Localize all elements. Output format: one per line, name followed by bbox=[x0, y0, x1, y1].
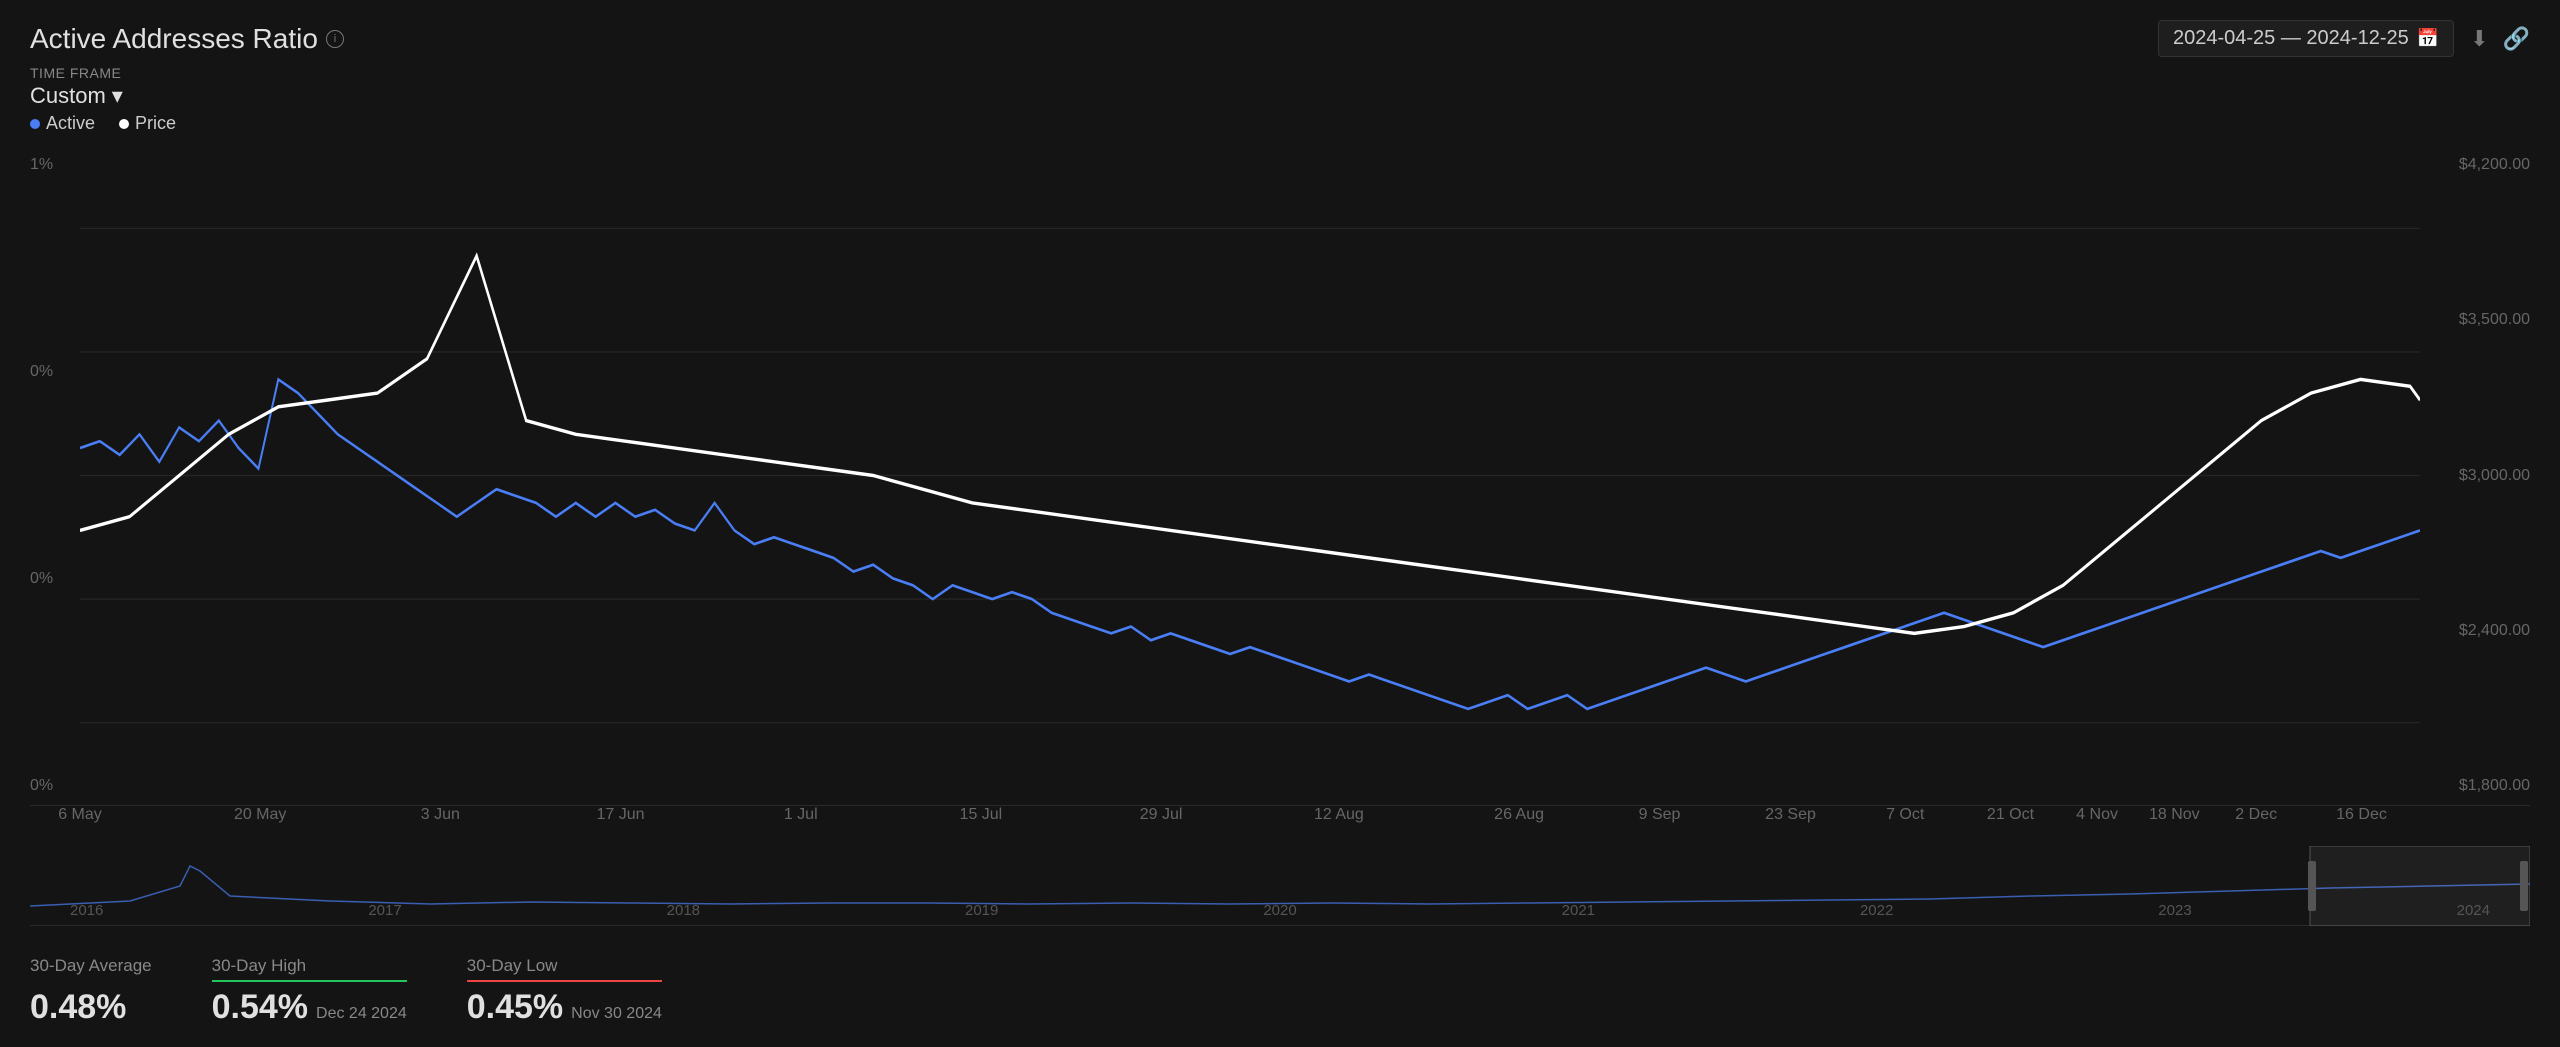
stat-avg-label: 30-Day Average bbox=[30, 956, 152, 976]
x-label-16: 16 Dec bbox=[2336, 806, 2387, 824]
info-icon[interactable]: i bbox=[326, 30, 344, 48]
y-axis-right: $4,200.00 $3,500.00 $3,000.00 $2,400.00 … bbox=[2430, 146, 2530, 805]
x-label-1: 20 May bbox=[234, 806, 286, 824]
nav-label-2017: 2017 bbox=[368, 902, 401, 919]
price-dot bbox=[119, 119, 129, 129]
stat-high-underline bbox=[212, 980, 407, 982]
timeframe-label: TIME FRAME bbox=[30, 65, 2530, 81]
stat-low-underline bbox=[467, 980, 662, 982]
nav-label-2024: 2024 bbox=[2457, 902, 2490, 919]
stat-high: 30-Day High 0.54% Dec 24 2024 bbox=[212, 956, 407, 1027]
navigator-labels-row: 2016 2017 2018 2019 2020 2021 2022 2023 … bbox=[30, 902, 2530, 919]
x-label-15: 2 Dec bbox=[2235, 806, 2277, 824]
x-label-7: 12 Aug bbox=[1314, 806, 1364, 824]
x-label-4: 1 Jul bbox=[784, 806, 818, 824]
stats-row: 30-Day Average 0.48% 30-Day High 0.54% D… bbox=[30, 946, 2530, 1027]
y-axis-left: 1% 0% 0% 0% bbox=[30, 146, 80, 805]
header-right: 2024-04-25 — 2024-12-25 📅 ⬇ 🔗 bbox=[2158, 20, 2530, 57]
legend-price: Price bbox=[119, 113, 176, 134]
chevron-down-icon: ▾ bbox=[112, 83, 123, 109]
nav-label-2019: 2019 bbox=[965, 902, 998, 919]
nav-label-2023: 2023 bbox=[2158, 902, 2191, 919]
chart-title: Active Addresses Ratio bbox=[30, 23, 318, 55]
download-icon[interactable]: ⬇ bbox=[2470, 26, 2488, 52]
share-icon[interactable]: 🔗 bbox=[2503, 26, 2530, 52]
header-icons: ⬇ 🔗 bbox=[2470, 26, 2530, 52]
stat-low-label: 30-Day Low bbox=[467, 956, 662, 976]
nav-label-2016: 2016 bbox=[70, 902, 103, 919]
x-label-12: 21 Oct bbox=[1987, 806, 2034, 824]
x-axis: 6 May 20 May 3 Jun 17 Jun 1 Jul 15 Jul 2… bbox=[80, 806, 2420, 846]
timeframe-select[interactable]: Custom ▾ bbox=[30, 83, 2530, 109]
stat-high-label: 30-Day High bbox=[212, 956, 407, 976]
stat-high-value: 0.54% Dec 24 2024 bbox=[212, 988, 407, 1027]
legend-active: Active bbox=[30, 113, 95, 134]
stat-avg-value: 0.48% bbox=[30, 988, 152, 1027]
stat-low-value: 0.45% Nov 30 2024 bbox=[467, 988, 662, 1027]
nav-label-2018: 2018 bbox=[667, 902, 700, 919]
legend-row: Active Price bbox=[30, 113, 2530, 134]
nav-label-2020: 2020 bbox=[1263, 902, 1296, 919]
nav-label-2022: 2022 bbox=[1860, 902, 1893, 919]
calendar-icon: 📅 bbox=[2417, 28, 2439, 49]
stat-low: 30-Day Low 0.45% Nov 30 2024 bbox=[467, 956, 662, 1027]
x-label-3: 17 Jun bbox=[597, 806, 645, 824]
x-label-8: 26 Aug bbox=[1494, 806, 1544, 824]
x-label-9: 9 Sep bbox=[1639, 806, 1681, 824]
chart-area: 1% 0% 0% 0% $4,200.00 $3,500.00 $3,000.0… bbox=[30, 146, 2530, 1027]
header: Active Addresses Ratio i 2024-04-25 — 20… bbox=[30, 20, 2530, 57]
title-row: Active Addresses Ratio i bbox=[30, 23, 344, 55]
main-chart-svg bbox=[80, 146, 2420, 805]
x-label-5: 15 Jul bbox=[960, 806, 1003, 824]
x-label-11: 7 Oct bbox=[1886, 806, 1924, 824]
stat-avg-underline bbox=[30, 980, 152, 982]
x-label-2: 3 Jun bbox=[421, 806, 460, 824]
x-label-14: 18 Nov bbox=[2149, 806, 2200, 824]
x-label-0: 6 May bbox=[58, 806, 102, 824]
stat-high-date: Dec 24 2024 bbox=[316, 1005, 407, 1023]
x-label-10: 23 Sep bbox=[1765, 806, 1816, 824]
main-chart: 1% 0% 0% 0% $4,200.00 $3,500.00 $3,000.0… bbox=[30, 146, 2530, 806]
timeframe-row: TIME FRAME Custom ▾ bbox=[30, 65, 2530, 109]
stat-low-date: Nov 30 2024 bbox=[571, 1005, 662, 1023]
stat-avg: 30-Day Average 0.48% bbox=[30, 956, 152, 1027]
navigator[interactable]: 2016 2017 2018 2019 2020 2021 2022 2023 … bbox=[30, 846, 2530, 926]
x-label-13: 4 Nov bbox=[2076, 806, 2118, 824]
nav-label-2021: 2021 bbox=[1562, 902, 1595, 919]
date-range[interactable]: 2024-04-25 — 2024-12-25 📅 bbox=[2158, 20, 2454, 57]
chart-svg-container bbox=[80, 146, 2420, 805]
active-dot bbox=[30, 119, 40, 129]
x-label-6: 29 Jul bbox=[1140, 806, 1183, 824]
page-container: Active Addresses Ratio i 2024-04-25 — 20… bbox=[0, 0, 2560, 1047]
